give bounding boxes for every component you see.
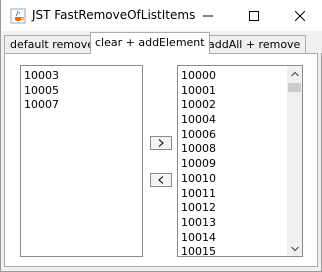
- maximize-icon: [249, 10, 259, 21]
- left-list[interactable]: 10003 10005 10007: [20, 65, 143, 257]
- list-item[interactable]: 10008: [178, 142, 302, 157]
- list-item[interactable]: 10013: [178, 216, 302, 231]
- list-item[interactable]: 10003: [21, 69, 142, 84]
- list-item[interactable]: 10006: [178, 128, 302, 143]
- list-item[interactable]: 10010: [178, 172, 302, 187]
- close-icon: [295, 10, 305, 21]
- right-list[interactable]: 10000 10001 10002 10004 10006 10008 1000…: [177, 65, 303, 257]
- list-item[interactable]: 10014: [178, 231, 302, 246]
- list-item[interactable]: 10009: [178, 157, 302, 172]
- chevron-up-icon: [290, 71, 299, 76]
- scroll-down-button[interactable]: [287, 241, 302, 256]
- right-list-scrollbar[interactable]: [287, 66, 302, 256]
- scroll-up-button[interactable]: [287, 66, 302, 81]
- java-cup-icon: [10, 8, 26, 24]
- title-bar[interactable]: JST FastRemoveOfListItems: [1, 0, 322, 31]
- list-item[interactable]: 10012: [178, 201, 302, 216]
- list-item[interactable]: 10002: [178, 98, 302, 113]
- list-item[interactable]: 10015: [178, 245, 302, 256]
- tab-default-remove[interactable]: default remove: [4, 35, 100, 54]
- list-item[interactable]: 10011: [178, 187, 302, 202]
- list-item[interactable]: 10004: [178, 113, 302, 128]
- tab-strip: default remove clear + addElement addAll…: [1, 31, 322, 54]
- tab-addall-remove[interactable]: addAll + remove: [202, 35, 307, 54]
- close-button[interactable]: [277, 0, 322, 31]
- right-list-items: 10000 10001 10002 10004 10006 10008 1000…: [178, 66, 302, 256]
- list-item[interactable]: 10001: [178, 84, 302, 99]
- minimize-button[interactable]: [185, 0, 231, 31]
- minimize-icon: [203, 15, 213, 16]
- tab-panel: 10003 10005 10007 10000 10001 10002 1000…: [4, 53, 318, 267]
- app-window: JST FastRemoveOfListItems default remove…: [0, 0, 322, 272]
- left-list-items: 10003 10005 10007: [21, 66, 142, 113]
- list-item[interactable]: 10000: [178, 69, 302, 84]
- tab-clear-add-element[interactable]: clear + addElement: [90, 32, 210, 54]
- move-right-button[interactable]: [150, 136, 172, 150]
- chevron-down-icon: [290, 246, 299, 251]
- arrow-left-icon: [158, 176, 164, 184]
- arrow-right-icon: [158, 139, 164, 147]
- list-item[interactable]: 10007: [21, 98, 142, 113]
- list-item[interactable]: 10005: [21, 84, 142, 99]
- window-title: JST FastRemoveOfListItems: [32, 8, 196, 22]
- scroll-thumb[interactable]: [288, 83, 301, 92]
- move-left-button[interactable]: [150, 173, 172, 187]
- maximize-button[interactable]: [231, 0, 277, 31]
